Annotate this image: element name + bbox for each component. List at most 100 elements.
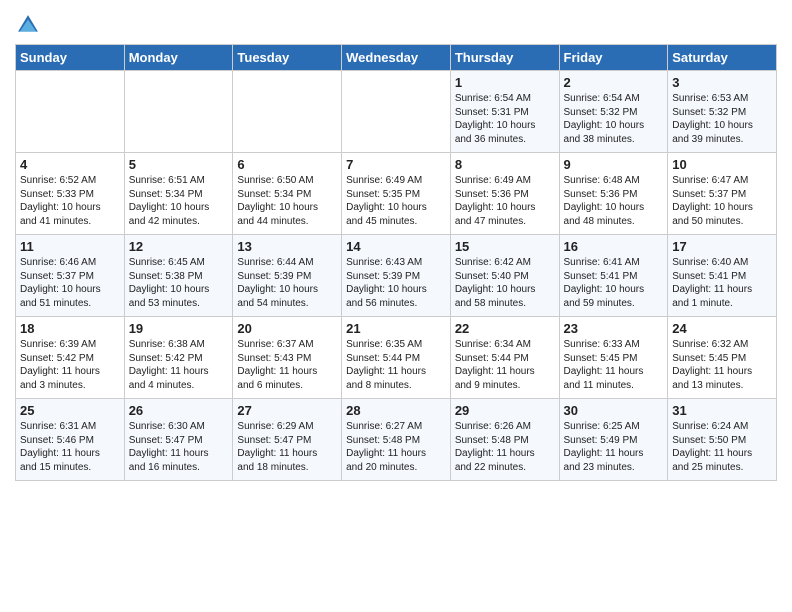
calendar-cell: 20Sunrise: 6:37 AMSunset: 5:43 PMDayligh… bbox=[233, 317, 342, 399]
day-info: Sunrise: 6:24 AMSunset: 5:50 PMDaylight:… bbox=[672, 420, 772, 474]
day-info: Sunrise: 6:43 AMSunset: 5:39 PMDaylight:… bbox=[346, 256, 446, 310]
header-thursday: Thursday bbox=[450, 45, 559, 71]
day-number: 19 bbox=[129, 321, 229, 336]
calendar-cell: 16 Sunrise: 6:41 AMSunset: 5:41 PMDayligh… bbox=[559, 235, 668, 317]
calendar-cell: 23 Sunrise: 6:33 AMSunset: 5:45 PMDayligh… bbox=[559, 317, 668, 399]
day-info: Sunrise: 6:48 AMSunset: 5:36 PMDaylight:… bbox=[564, 174, 664, 228]
day-info: Sunrise: 6:50 AMSunset: 5:34 PMDaylight:… bbox=[237, 174, 337, 228]
day-info: Sunrise: 6:49 AMSunset: 5:35 PMDaylight:… bbox=[346, 174, 446, 228]
calendar-week-row: 18 Sunrise: 6:39 AMSunset: 5:42 PMDayligh… bbox=[16, 317, 777, 399]
day-info: Sunrise: 6:33 AMSunset: 5:45 PMDaylight:… bbox=[564, 338, 664, 392]
day-number: 28 bbox=[346, 403, 446, 418]
day-number: 1 bbox=[455, 75, 555, 90]
day-info: Sunrise: 6:53 AMSunset: 5:32 PMDaylight:… bbox=[672, 92, 772, 146]
day-info: Sunrise: 6:41 AMSunset: 5:41 PMDaylight:… bbox=[564, 256, 664, 310]
day-number: 2 bbox=[564, 75, 664, 90]
day-number: 4 bbox=[20, 157, 120, 172]
day-info: Sunrise: 6:35 AMSunset: 5:44 PMDaylight:… bbox=[346, 338, 446, 392]
header-saturday: Saturday bbox=[668, 45, 777, 71]
day-number: 12 bbox=[129, 239, 229, 254]
day-number: 17 bbox=[672, 239, 772, 254]
header-sunday: Sunday bbox=[16, 45, 125, 71]
calendar-week-row: 1 Sunrise: 6:54 AMSunset: 5:31 PMDaylight… bbox=[16, 71, 777, 153]
calendar-cell: 3 Sunrise: 6:53 AMSunset: 5:32 PMDaylight… bbox=[668, 71, 777, 153]
page-header bbox=[15, 10, 777, 36]
calendar-cell: 27 Sunrise: 6:29 AMSunset: 5:47 PMDayligh… bbox=[233, 399, 342, 481]
day-number: 18 bbox=[20, 321, 120, 336]
day-number: 30 bbox=[564, 403, 664, 418]
day-info: Sunrise: 6:39 AMSunset: 5:42 PMDaylight:… bbox=[20, 338, 120, 392]
calendar-cell bbox=[124, 71, 233, 153]
calendar-cell bbox=[342, 71, 451, 153]
calendar-cell: 21 Sunrise: 6:35 AMSunset: 5:44 PMDayligh… bbox=[342, 317, 451, 399]
day-number: 31 bbox=[672, 403, 772, 418]
calendar-cell bbox=[233, 71, 342, 153]
calendar-cell: 19Sunrise: 6:38 AMSunset: 5:42 PMDayligh… bbox=[124, 317, 233, 399]
day-info: Sunrise: 6:51 AMSunset: 5:34 PMDaylight:… bbox=[129, 174, 229, 228]
calendar-cell: 13 Sunrise: 6:44 AMSunset: 5:39 PMDayligh… bbox=[233, 235, 342, 317]
calendar-week-row: 4Sunrise: 6:52 AMSunset: 5:33 PMDaylight… bbox=[16, 153, 777, 235]
day-number: 27 bbox=[237, 403, 337, 418]
calendar-week-row: 11Sunrise: 6:46 AMSunset: 5:37 PMDayligh… bbox=[16, 235, 777, 317]
day-number: 25 bbox=[20, 403, 120, 418]
day-number: 16 bbox=[564, 239, 664, 254]
calendar-cell: 7 Sunrise: 6:49 AMSunset: 5:35 PMDaylight… bbox=[342, 153, 451, 235]
calendar-cell: 11Sunrise: 6:46 AMSunset: 5:37 PMDayligh… bbox=[16, 235, 125, 317]
day-number: 20 bbox=[237, 321, 337, 336]
calendar-cell: 12 Sunrise: 6:45 AMSunset: 5:38 PMDayligh… bbox=[124, 235, 233, 317]
day-number: 9 bbox=[564, 157, 664, 172]
day-info: Sunrise: 6:49 AMSunset: 5:36 PMDaylight:… bbox=[455, 174, 555, 228]
calendar-cell: 6 Sunrise: 6:50 AMSunset: 5:34 PMDaylight… bbox=[233, 153, 342, 235]
day-info: Sunrise: 6:44 AMSunset: 5:39 PMDaylight:… bbox=[237, 256, 337, 310]
day-number: 7 bbox=[346, 157, 446, 172]
day-number: 23 bbox=[564, 321, 664, 336]
logo bbox=[15, 14, 39, 36]
calendar-week-row: 25 Sunrise: 6:31 AMSunset: 5:46 PMDayligh… bbox=[16, 399, 777, 481]
day-number: 15 bbox=[455, 239, 555, 254]
day-number: 10 bbox=[672, 157, 772, 172]
calendar-cell: 25 Sunrise: 6:31 AMSunset: 5:46 PMDayligh… bbox=[16, 399, 125, 481]
header-monday: Monday bbox=[124, 45, 233, 71]
day-number: 13 bbox=[237, 239, 337, 254]
day-number: 14 bbox=[346, 239, 446, 254]
calendar-cell: 15Sunrise: 6:42 AMSunset: 5:40 PMDayligh… bbox=[450, 235, 559, 317]
day-number: 6 bbox=[237, 157, 337, 172]
calendar-cell: 28Sunrise: 6:27 AMSunset: 5:48 PMDayligh… bbox=[342, 399, 451, 481]
calendar-cell: 22Sunrise: 6:34 AMSunset: 5:44 PMDayligh… bbox=[450, 317, 559, 399]
day-info: Sunrise: 6:54 AMSunset: 5:31 PMDaylight:… bbox=[455, 92, 555, 146]
day-info: Sunrise: 6:40 AMSunset: 5:41 PMDaylight:… bbox=[672, 256, 772, 310]
day-info: Sunrise: 6:30 AMSunset: 5:47 PMDaylight:… bbox=[129, 420, 229, 474]
day-number: 3 bbox=[672, 75, 772, 90]
calendar-cell: 9 Sunrise: 6:48 AMSunset: 5:36 PMDaylight… bbox=[559, 153, 668, 235]
calendar-cell: 29 Sunrise: 6:26 AMSunset: 5:48 PMDayligh… bbox=[450, 399, 559, 481]
calendar-cell: 31 Sunrise: 6:24 AMSunset: 5:50 PMDayligh… bbox=[668, 399, 777, 481]
day-number: 11 bbox=[20, 239, 120, 254]
day-info: Sunrise: 6:25 AMSunset: 5:49 PMDaylight:… bbox=[564, 420, 664, 474]
calendar-cell: 18 Sunrise: 6:39 AMSunset: 5:42 PMDayligh… bbox=[16, 317, 125, 399]
day-info: Sunrise: 6:47 AMSunset: 5:37 PMDaylight:… bbox=[672, 174, 772, 228]
day-info: Sunrise: 6:26 AMSunset: 5:48 PMDaylight:… bbox=[455, 420, 555, 474]
day-number: 8 bbox=[455, 157, 555, 172]
logo-icon bbox=[17, 14, 39, 36]
calendar-cell: 2 Sunrise: 6:54 AMSunset: 5:32 PMDaylight… bbox=[559, 71, 668, 153]
day-number: 21 bbox=[346, 321, 446, 336]
calendar-header-row: SundayMondayTuesdayWednesdayThursdayFrid… bbox=[16, 45, 777, 71]
day-info: Sunrise: 6:34 AMSunset: 5:44 PMDaylight:… bbox=[455, 338, 555, 392]
header-friday: Friday bbox=[559, 45, 668, 71]
day-number: 26 bbox=[129, 403, 229, 418]
calendar-cell: 14 Sunrise: 6:43 AMSunset: 5:39 PMDayligh… bbox=[342, 235, 451, 317]
header-tuesday: Tuesday bbox=[233, 45, 342, 71]
day-info: Sunrise: 6:29 AMSunset: 5:47 PMDaylight:… bbox=[237, 420, 337, 474]
calendar-cell: 8 Sunrise: 6:49 AMSunset: 5:36 PMDaylight… bbox=[450, 153, 559, 235]
calendar-cell: 10 Sunrise: 6:47 AMSunset: 5:37 PMDayligh… bbox=[668, 153, 777, 235]
calendar-cell: 17 Sunrise: 6:40 AMSunset: 5:41 PMDayligh… bbox=[668, 235, 777, 317]
day-info: Sunrise: 6:45 AMSunset: 5:38 PMDaylight:… bbox=[129, 256, 229, 310]
day-info: Sunrise: 6:54 AMSunset: 5:32 PMDaylight:… bbox=[564, 92, 664, 146]
day-info: Sunrise: 6:31 AMSunset: 5:46 PMDaylight:… bbox=[20, 420, 120, 474]
day-info: Sunrise: 6:32 AMSunset: 5:45 PMDaylight:… bbox=[672, 338, 772, 392]
header-wednesday: Wednesday bbox=[342, 45, 451, 71]
calendar-cell: 26 Sunrise: 6:30 AMSunset: 5:47 PMDayligh… bbox=[124, 399, 233, 481]
calendar-cell: 24 Sunrise: 6:32 AMSunset: 5:45 PMDayligh… bbox=[668, 317, 777, 399]
day-number: 24 bbox=[672, 321, 772, 336]
day-number: 29 bbox=[455, 403, 555, 418]
